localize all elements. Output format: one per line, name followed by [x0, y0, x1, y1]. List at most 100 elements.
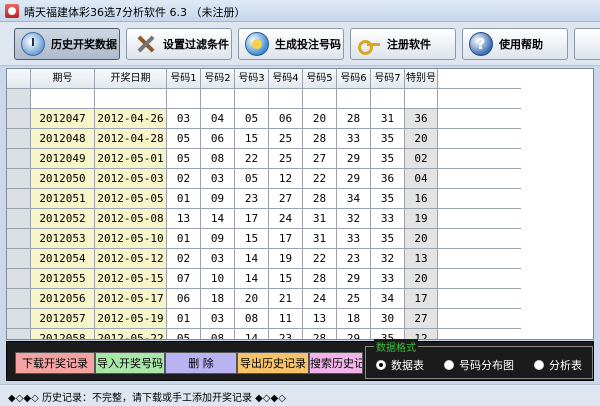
table-cell[interactable] [269, 89, 303, 109]
table-cell[interactable]: 15 [235, 229, 269, 249]
table-cell[interactable]: 05 [235, 169, 269, 189]
column-header[interactable]: 号码1 [167, 69, 201, 89]
table-cell[interactable]: 31 [303, 229, 337, 249]
toolbar-overflow-button[interactable] [574, 28, 600, 60]
table-cell[interactable]: 2012-05-12 [95, 249, 167, 269]
row-selector[interactable] [7, 249, 31, 269]
table-cell[interactable]: 14 [201, 209, 235, 229]
table-cell[interactable] [405, 89, 438, 109]
table-cell[interactable]: 36 [405, 109, 438, 129]
column-header[interactable]: 号码4 [269, 69, 303, 89]
table-cell[interactable]: 2012058 [31, 329, 95, 339]
table-row[interactable]: 2012054 2012-05-12 02 03 14 19 22 23 32 13 [7, 249, 521, 269]
table-cell[interactable]: 20 [303, 109, 337, 129]
table-cell[interactable]: 28 [303, 329, 337, 339]
table-cell[interactable]: 03 [167, 109, 201, 129]
table-cell[interactable]: 20 [405, 269, 438, 289]
table-cell[interactable]: 03 [201, 249, 235, 269]
table-cell[interactable]: 13 [167, 209, 201, 229]
table-cell[interactable]: 23 [337, 249, 371, 269]
table-cell[interactable]: 05 [235, 109, 269, 129]
filter-settings-button[interactable]: 设置过滤条件 [126, 28, 232, 60]
table-row[interactable]: 2012053 2012-05-10 01 09 15 17 31 33 35 20 [7, 229, 521, 249]
table-cell[interactable]: 05 [167, 149, 201, 169]
table-cell[interactable]: 05 [167, 329, 201, 339]
search-history-button[interactable]: 搜索历史记 [309, 352, 363, 374]
table-cell[interactable]: 06 [201, 129, 235, 149]
table-cell[interactable]: 28 [337, 109, 371, 129]
table-cell[interactable]: 17 [235, 209, 269, 229]
row-selector[interactable] [7, 149, 31, 169]
table-cell[interactable]: 34 [371, 289, 405, 309]
table-cell[interactable]: 16 [405, 189, 438, 209]
table-cell[interactable]: 2012047 [31, 109, 95, 129]
radio-analysis-table[interactable]: 分析表 [534, 357, 582, 373]
row-selector[interactable] [7, 329, 31, 339]
table-cell[interactable]: 25 [269, 129, 303, 149]
table-cell[interactable]: 02 [405, 149, 438, 169]
table-cell[interactable]: 14 [235, 329, 269, 339]
table-cell[interactable]: 2012-05-08 [95, 209, 167, 229]
table-cell[interactable]: 28 [303, 189, 337, 209]
table-cell[interactable]: 18 [337, 309, 371, 329]
export-history-button[interactable]: 导出历史记录 [237, 352, 309, 374]
row-selector[interactable] [7, 309, 31, 329]
table-cell[interactable]: 2012055 [31, 269, 95, 289]
table-cell[interactable]: 04 [201, 109, 235, 129]
table-cell[interactable] [235, 89, 269, 109]
table-cell[interactable]: 2012052 [31, 209, 95, 229]
table-cell[interactable]: 2012050 [31, 169, 95, 189]
table-cell[interactable]: 17 [269, 229, 303, 249]
delete-button[interactable]: 删 除 [165, 352, 237, 374]
table-cell[interactable] [303, 89, 337, 109]
table-row[interactable]: 2012056 2012-05-17 06 18 20 21 24 25 34 17 [7, 289, 521, 309]
table-cell[interactable]: 29 [337, 269, 371, 289]
table-cell[interactable]: 06 [167, 289, 201, 309]
row-selector[interactable] [7, 209, 31, 229]
table-cell[interactable]: 25 [337, 289, 371, 309]
register-button[interactable]: 注册软件 [350, 28, 456, 60]
table-cell[interactable] [337, 89, 371, 109]
table-cell[interactable]: 20 [235, 289, 269, 309]
table-row[interactable]: 2012050 2012-05-03 02 03 05 12 22 29 36 04 [7, 169, 521, 189]
table-cell[interactable]: 2012-05-19 [95, 309, 167, 329]
row-selector[interactable] [7, 189, 31, 209]
table-cell[interactable]: 31 [303, 209, 337, 229]
table-cell[interactable]: 35 [371, 149, 405, 169]
new-record-row[interactable] [7, 89, 521, 109]
table-cell[interactable]: 34 [337, 189, 371, 209]
radio-distribution-chart[interactable]: 号码分布图 [444, 357, 514, 373]
table-cell[interactable]: 2012-05-03 [95, 169, 167, 189]
table-cell[interactable]: 14 [235, 249, 269, 269]
table-cell[interactable]: 28 [303, 129, 337, 149]
table-cell[interactable]: 19 [269, 249, 303, 269]
table-cell[interactable]: 30 [371, 309, 405, 329]
table-cell[interactable]: 22 [303, 169, 337, 189]
table-cell[interactable] [371, 89, 405, 109]
table-cell[interactable]: 13 [303, 309, 337, 329]
table-cell[interactable]: 12 [269, 169, 303, 189]
table-cell[interactable]: 08 [235, 309, 269, 329]
table-row[interactable]: 2012052 2012-05-08 13 14 17 24 31 32 33 19 [7, 209, 521, 229]
table-cell[interactable]: 01 [167, 309, 201, 329]
table-cell[interactable]: 15 [235, 129, 269, 149]
table-cell[interactable]: 2012057 [31, 309, 95, 329]
table-cell[interactable]: 02 [167, 169, 201, 189]
table-cell[interactable]: 22 [303, 249, 337, 269]
table-cell[interactable]: 36 [371, 169, 405, 189]
table-cell[interactable]: 2012-04-26 [95, 109, 167, 129]
column-header[interactable]: 号码3 [235, 69, 269, 89]
table-cell[interactable]: 32 [371, 249, 405, 269]
table-cell[interactable]: 25 [269, 149, 303, 169]
table-cell[interactable] [31, 89, 95, 109]
help-button[interactable]: ? 使用帮助 [462, 28, 568, 60]
table-cell[interactable]: 2012-05-15 [95, 269, 167, 289]
column-header[interactable]: 开奖日期 [95, 69, 167, 89]
table-cell[interactable]: 27 [303, 149, 337, 169]
column-header[interactable]: 号码6 [337, 69, 371, 89]
column-header[interactable]: 号码7 [371, 69, 405, 89]
table-cell[interactable]: 33 [371, 209, 405, 229]
table-cell[interactable]: 15 [269, 269, 303, 289]
row-selector[interactable] [7, 129, 31, 149]
table-cell[interactable]: 23 [235, 189, 269, 209]
